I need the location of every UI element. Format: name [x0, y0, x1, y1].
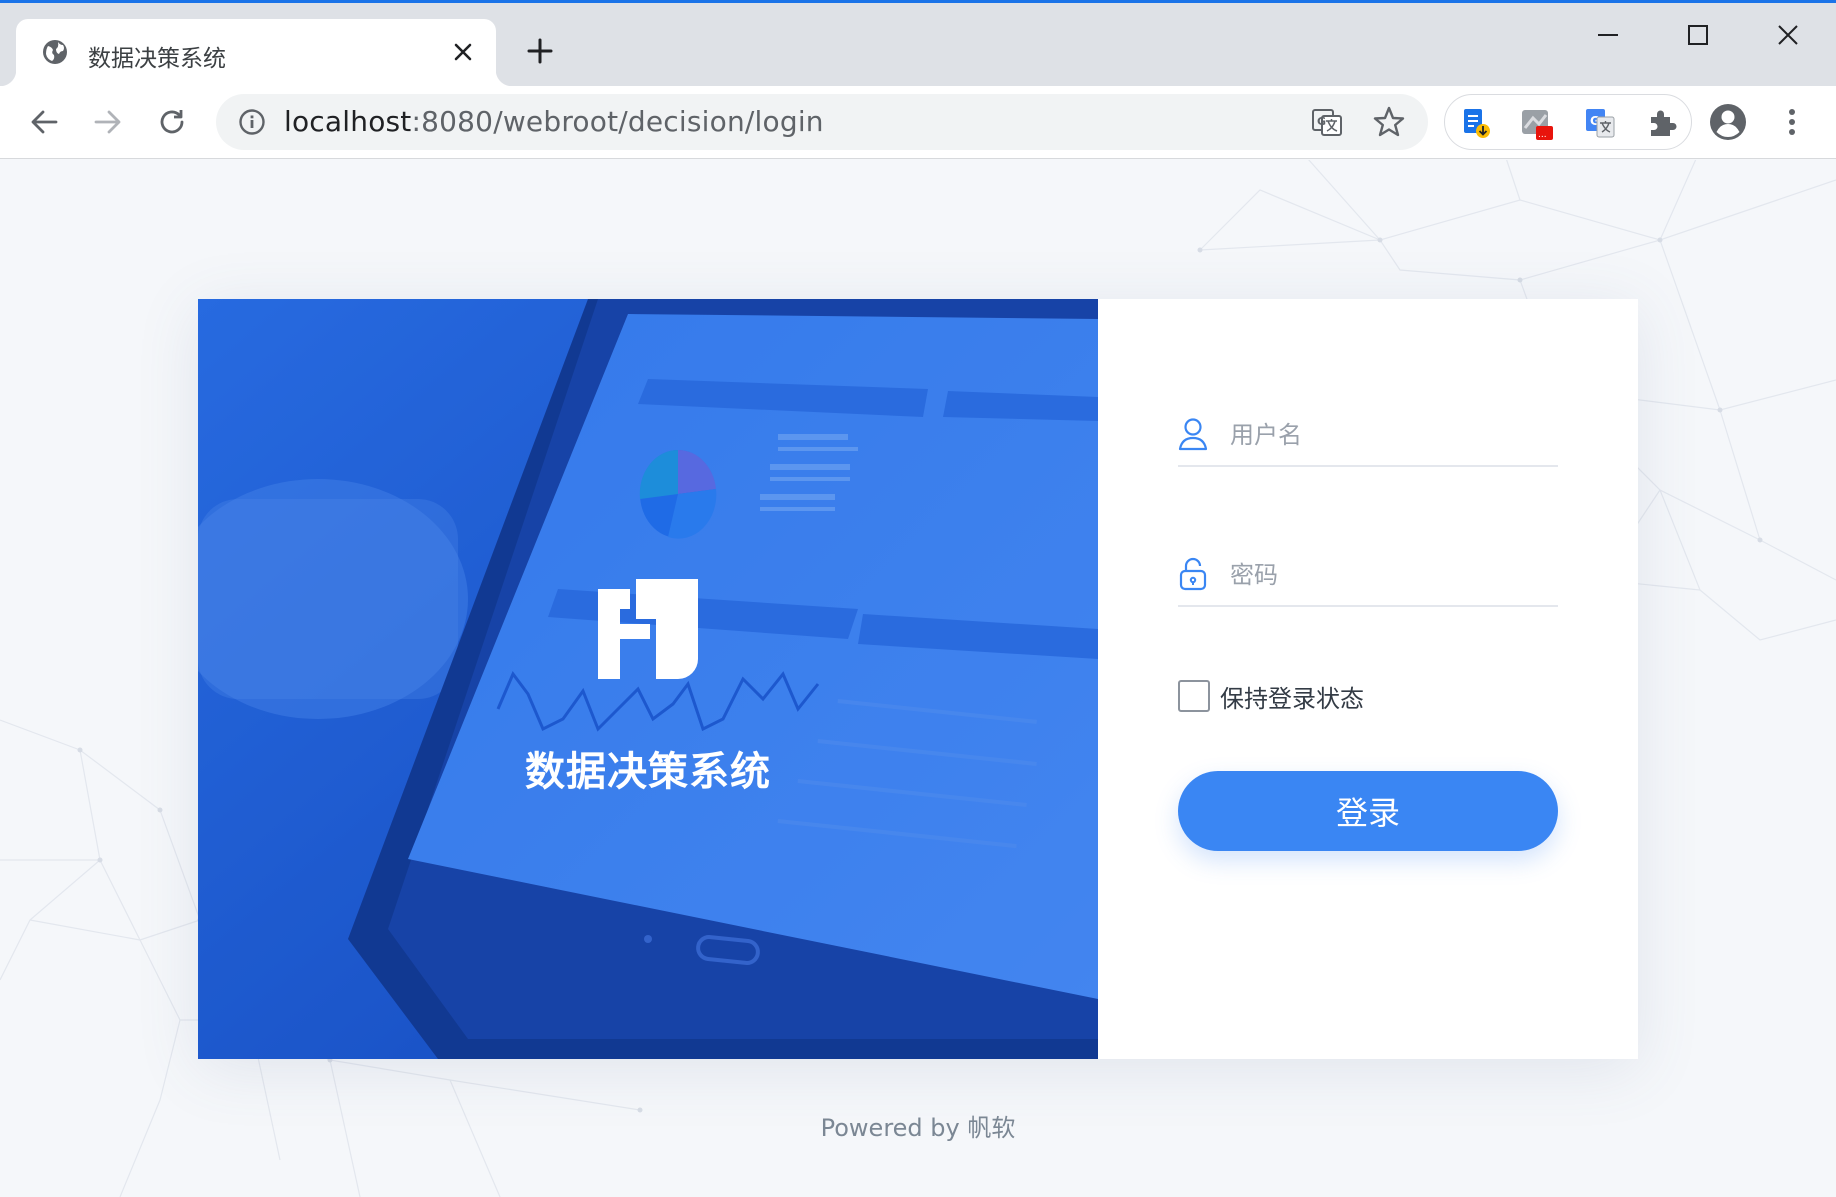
- profile-icon[interactable]: [1708, 102, 1748, 142]
- tab-strip: 数据决策系统: [0, 3, 1836, 86]
- hero-tablet-image: [198, 299, 1098, 1059]
- username-input[interactable]: [1230, 415, 1550, 455]
- password-field: [1178, 549, 1558, 607]
- extension-gray-icon[interactable]: ...: [1519, 106, 1553, 140]
- url-host: localhost: [284, 105, 412, 138]
- active-tab[interactable]: 数据决策系统: [0, 19, 512, 86]
- puzzle-icon[interactable]: [1645, 106, 1679, 140]
- password-input[interactable]: [1230, 555, 1550, 595]
- login-button[interactable]: 登录: [1178, 771, 1558, 851]
- fanruan-logo: [598, 579, 698, 679]
- arrow-right-icon[interactable]: [86, 100, 130, 144]
- hero-panel: 数据决策系统: [198, 299, 1098, 1059]
- star-icon[interactable]: [1372, 105, 1406, 139]
- remember-label: 保持登录状态: [1220, 684, 1364, 713]
- extension-badge: ...: [1538, 130, 1547, 140]
- login-card: 数据决策系统 保持登录状态: [198, 299, 1638, 1059]
- remember-me[interactable]: 保持登录状态: [1178, 679, 1364, 713]
- browser-toolbar: localhost:8080/webroot/decision/login G …: [0, 86, 1836, 159]
- google-translate-icon[interactable]: G: [1583, 106, 1617, 140]
- more-vert-icon[interactable]: [1772, 102, 1812, 142]
- login-form: 保持登录状态 登录: [1178, 299, 1558, 1059]
- hero-title: 数据决策系统: [525, 749, 771, 795]
- maximize-icon[interactable]: [1668, 15, 1728, 55]
- url-text[interactable]: localhost:8080/webroot/decision/login: [284, 105, 824, 138]
- extensions-group: ... G: [1444, 94, 1692, 150]
- lock-icon: [1179, 557, 1207, 591]
- globe-icon: [43, 40, 67, 64]
- info-icon[interactable]: [238, 108, 266, 136]
- plus-icon[interactable]: [522, 33, 558, 69]
- address-bar[interactable]: localhost:8080/webroot/decision/login G: [216, 94, 1428, 150]
- extension-doc-download-icon[interactable]: [1459, 106, 1493, 140]
- tab-title: 数据决策系统: [88, 46, 226, 72]
- powered-by-footer: Powered by 帆软: [820, 1114, 1016, 1142]
- user-icon: [1178, 418, 1208, 451]
- minimize-icon[interactable]: [1578, 15, 1638, 55]
- close-icon[interactable]: [448, 37, 478, 67]
- url-path: :8080/webroot/decision/login: [411, 105, 824, 138]
- svg-text:G: G: [1317, 115, 1326, 128]
- translate-icon[interactable]: G: [1310, 105, 1344, 139]
- page-viewport: 数据决策系统 保持登录状态: [0, 160, 1836, 1197]
- username-field: [1178, 409, 1558, 467]
- reload-icon[interactable]: [150, 100, 194, 144]
- remember-checkbox[interactable]: [1178, 680, 1210, 712]
- arrow-left-icon[interactable]: [22, 100, 66, 144]
- close-icon[interactable]: [1758, 15, 1818, 55]
